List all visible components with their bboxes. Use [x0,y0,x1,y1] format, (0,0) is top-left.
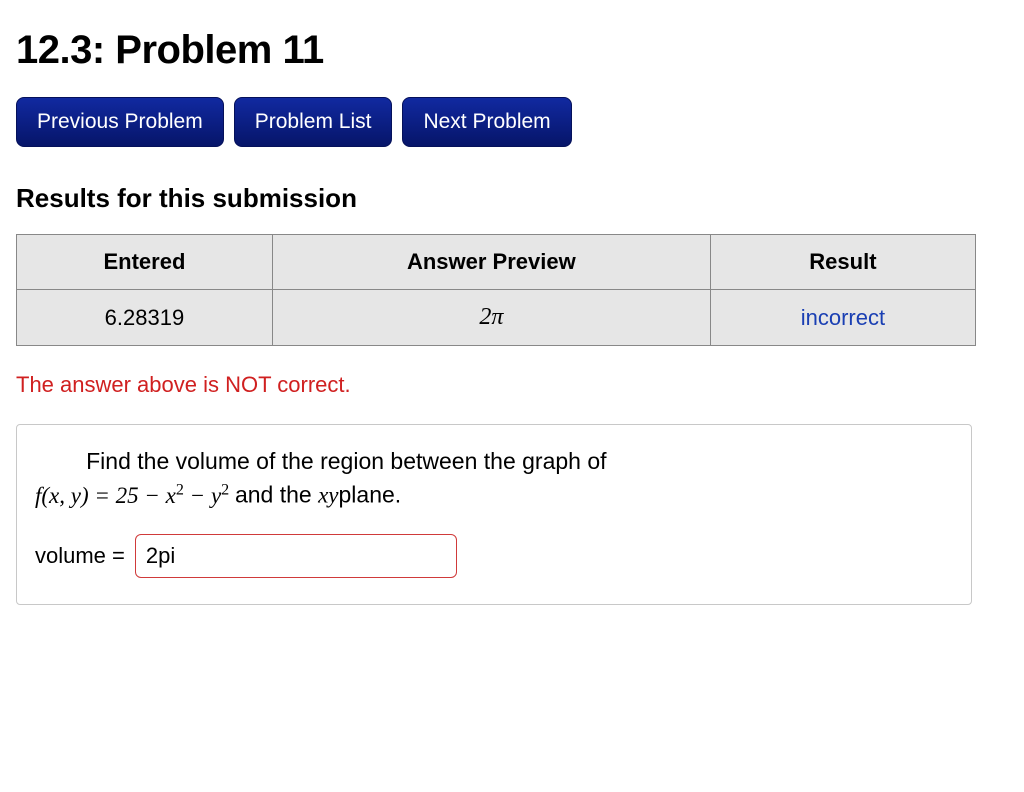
problem-nav: Previous Problem Problem List Next Probl… [16,97,1008,147]
answer-row: volume = [35,534,953,578]
answer-label: volume = [35,543,125,569]
feedback-message: The answer above is NOT correct. [16,372,1008,398]
header-result: Result [710,235,975,290]
plane-text: plane. [339,482,402,508]
problem-intro: Find the volume of the region between th… [86,448,606,474]
results-heading: Results for this submission [16,183,1008,214]
volume-input[interactable] [135,534,457,578]
problem-function: f(x, y) = 25 − x2 − y2 [35,483,235,508]
problem-tail: and the [235,482,318,508]
page-title: 12.3: Problem 11 [16,28,1008,73]
table-row: 6.28319 2π incorrect [17,290,976,346]
func-sq2: 2 [221,481,229,498]
xy-text: xy [318,483,338,508]
func-minus-y: − y [184,483,221,508]
problem-list-button[interactable]: Problem List [234,97,393,147]
cell-preview: 2π [272,290,710,346]
problem-statement: Find the volume of the region between th… [35,445,953,512]
cell-entered: 6.28319 [17,290,273,346]
results-table: Entered Answer Preview Result 6.28319 2π… [16,234,976,346]
problem-box: Find the volume of the region between th… [16,424,972,605]
preview-math: 2π [479,304,503,330]
func-lhs: f(x, y) = 25 − x [35,483,176,508]
next-problem-button[interactable]: Next Problem [402,97,571,147]
header-preview: Answer Preview [272,235,710,290]
cell-result: incorrect [710,290,975,346]
previous-problem-button[interactable]: Previous Problem [16,97,224,147]
header-entered: Entered [17,235,273,290]
func-sq1: 2 [176,481,184,498]
